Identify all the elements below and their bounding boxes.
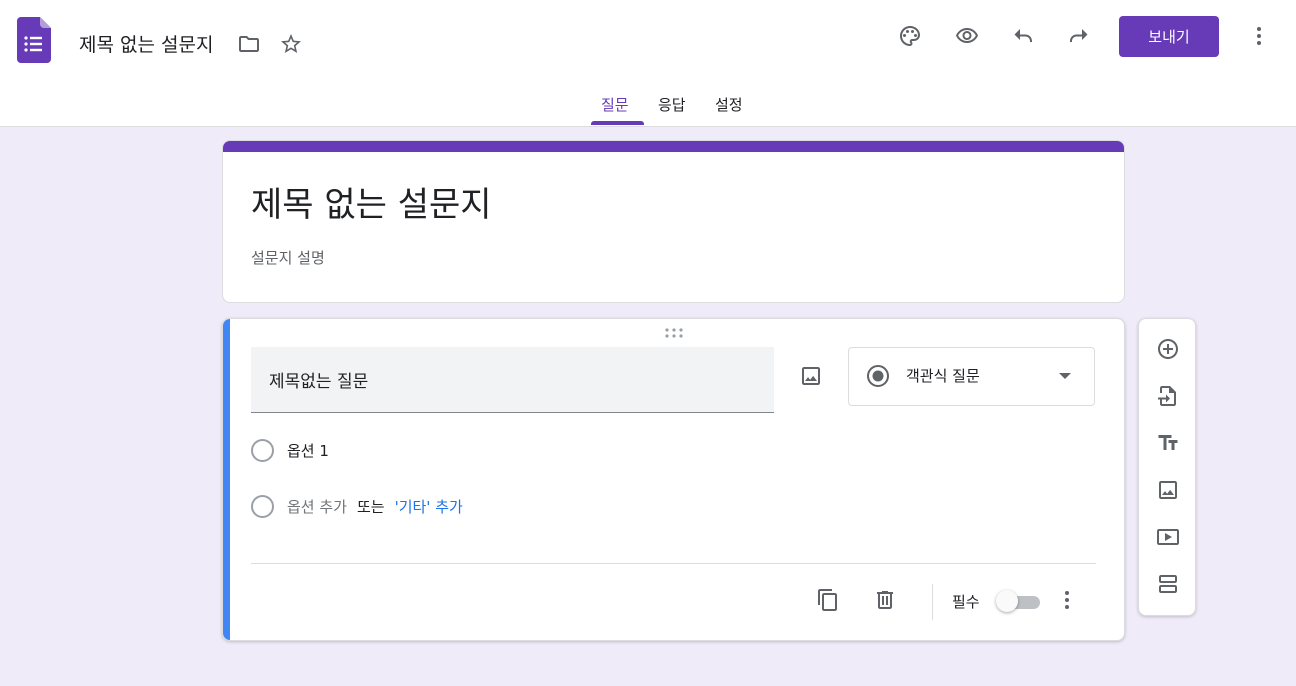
star-icon[interactable] bbox=[277, 30, 305, 58]
active-tab-indicator bbox=[591, 121, 644, 125]
question-title-input[interactable]: 제목없는 질문 bbox=[251, 347, 774, 413]
form-description-input[interactable]: 설문지 설명 bbox=[251, 247, 325, 268]
form-title-card: 제목 없는 설문지 설문지 설명 bbox=[222, 140, 1125, 303]
import-questions-icon[interactable] bbox=[1154, 382, 1182, 410]
tab-questions[interactable]: 질문 bbox=[601, 94, 629, 115]
chevron-down-icon bbox=[1059, 373, 1071, 379]
tab-settings[interactable]: 설정 bbox=[715, 94, 743, 115]
folder-icon[interactable] bbox=[235, 30, 263, 58]
more-vert-icon[interactable] bbox=[1053, 586, 1081, 614]
document-title[interactable]: 제목 없는 설문지 bbox=[79, 30, 213, 57]
add-option-input[interactable]: 옵션 추가 bbox=[287, 496, 347, 517]
option-label-input[interactable]: 옵션 1 bbox=[287, 440, 329, 461]
question-card[interactable]: 제목없는 질문 객관식 질문 옵션 1 옵션 추가 또는 '기타' 추가 필수 bbox=[222, 318, 1125, 641]
add-image-icon[interactable] bbox=[1154, 476, 1182, 504]
toggle-knob bbox=[996, 590, 1018, 612]
form-title-input[interactable]: 제목 없는 설문지 bbox=[251, 177, 492, 226]
required-label: 필수 bbox=[952, 593, 980, 611]
radio-button-icon bbox=[867, 365, 889, 387]
app-header: 제목 없는 설문지 보내기 질문 응답 설정 bbox=[0, 0, 1296, 127]
option-row: 옵션 1 bbox=[251, 437, 329, 463]
active-question-indicator bbox=[223, 319, 230, 640]
question-footer-divider bbox=[251, 563, 1096, 564]
add-question-icon[interactable] bbox=[1154, 335, 1182, 363]
option-radio bbox=[251, 494, 274, 518]
add-image-icon[interactable] bbox=[797, 362, 825, 390]
send-button[interactable]: 보내기 bbox=[1119, 16, 1219, 57]
drag-handle-icon[interactable] bbox=[664, 327, 684, 339]
theme-accent-bar bbox=[223, 141, 1124, 152]
question-type-dropdown[interactable]: 객관식 질문 bbox=[848, 347, 1095, 406]
tab-bar: 질문 응답 설정 bbox=[0, 84, 1296, 127]
tab-responses[interactable]: 응답 bbox=[658, 94, 686, 115]
undo-icon[interactable] bbox=[1009, 22, 1037, 50]
palette-icon[interactable] bbox=[896, 22, 924, 50]
or-text: 또는 bbox=[356, 497, 385, 516]
required-toggle[interactable] bbox=[996, 590, 1040, 612]
floating-toolbar bbox=[1138, 318, 1196, 616]
preview-eye-icon[interactable] bbox=[953, 22, 981, 50]
option-radio bbox=[251, 438, 274, 462]
redo-icon[interactable] bbox=[1065, 22, 1093, 50]
question-type-label: 객관식 질문 bbox=[906, 367, 980, 385]
delete-icon[interactable] bbox=[871, 586, 899, 614]
add-title-icon[interactable] bbox=[1154, 429, 1182, 457]
add-other-link[interactable]: '기타' 추가 bbox=[395, 496, 463, 517]
footer-vertical-divider bbox=[932, 584, 933, 620]
more-vert-icon[interactable] bbox=[1245, 22, 1273, 50]
duplicate-icon[interactable] bbox=[814, 586, 842, 614]
add-option-row: 옵션 추가 또는 '기타' 추가 bbox=[251, 493, 463, 519]
forms-logo-icon[interactable] bbox=[17, 17, 51, 63]
add-video-icon[interactable] bbox=[1154, 523, 1182, 551]
add-section-icon[interactable] bbox=[1154, 570, 1182, 598]
